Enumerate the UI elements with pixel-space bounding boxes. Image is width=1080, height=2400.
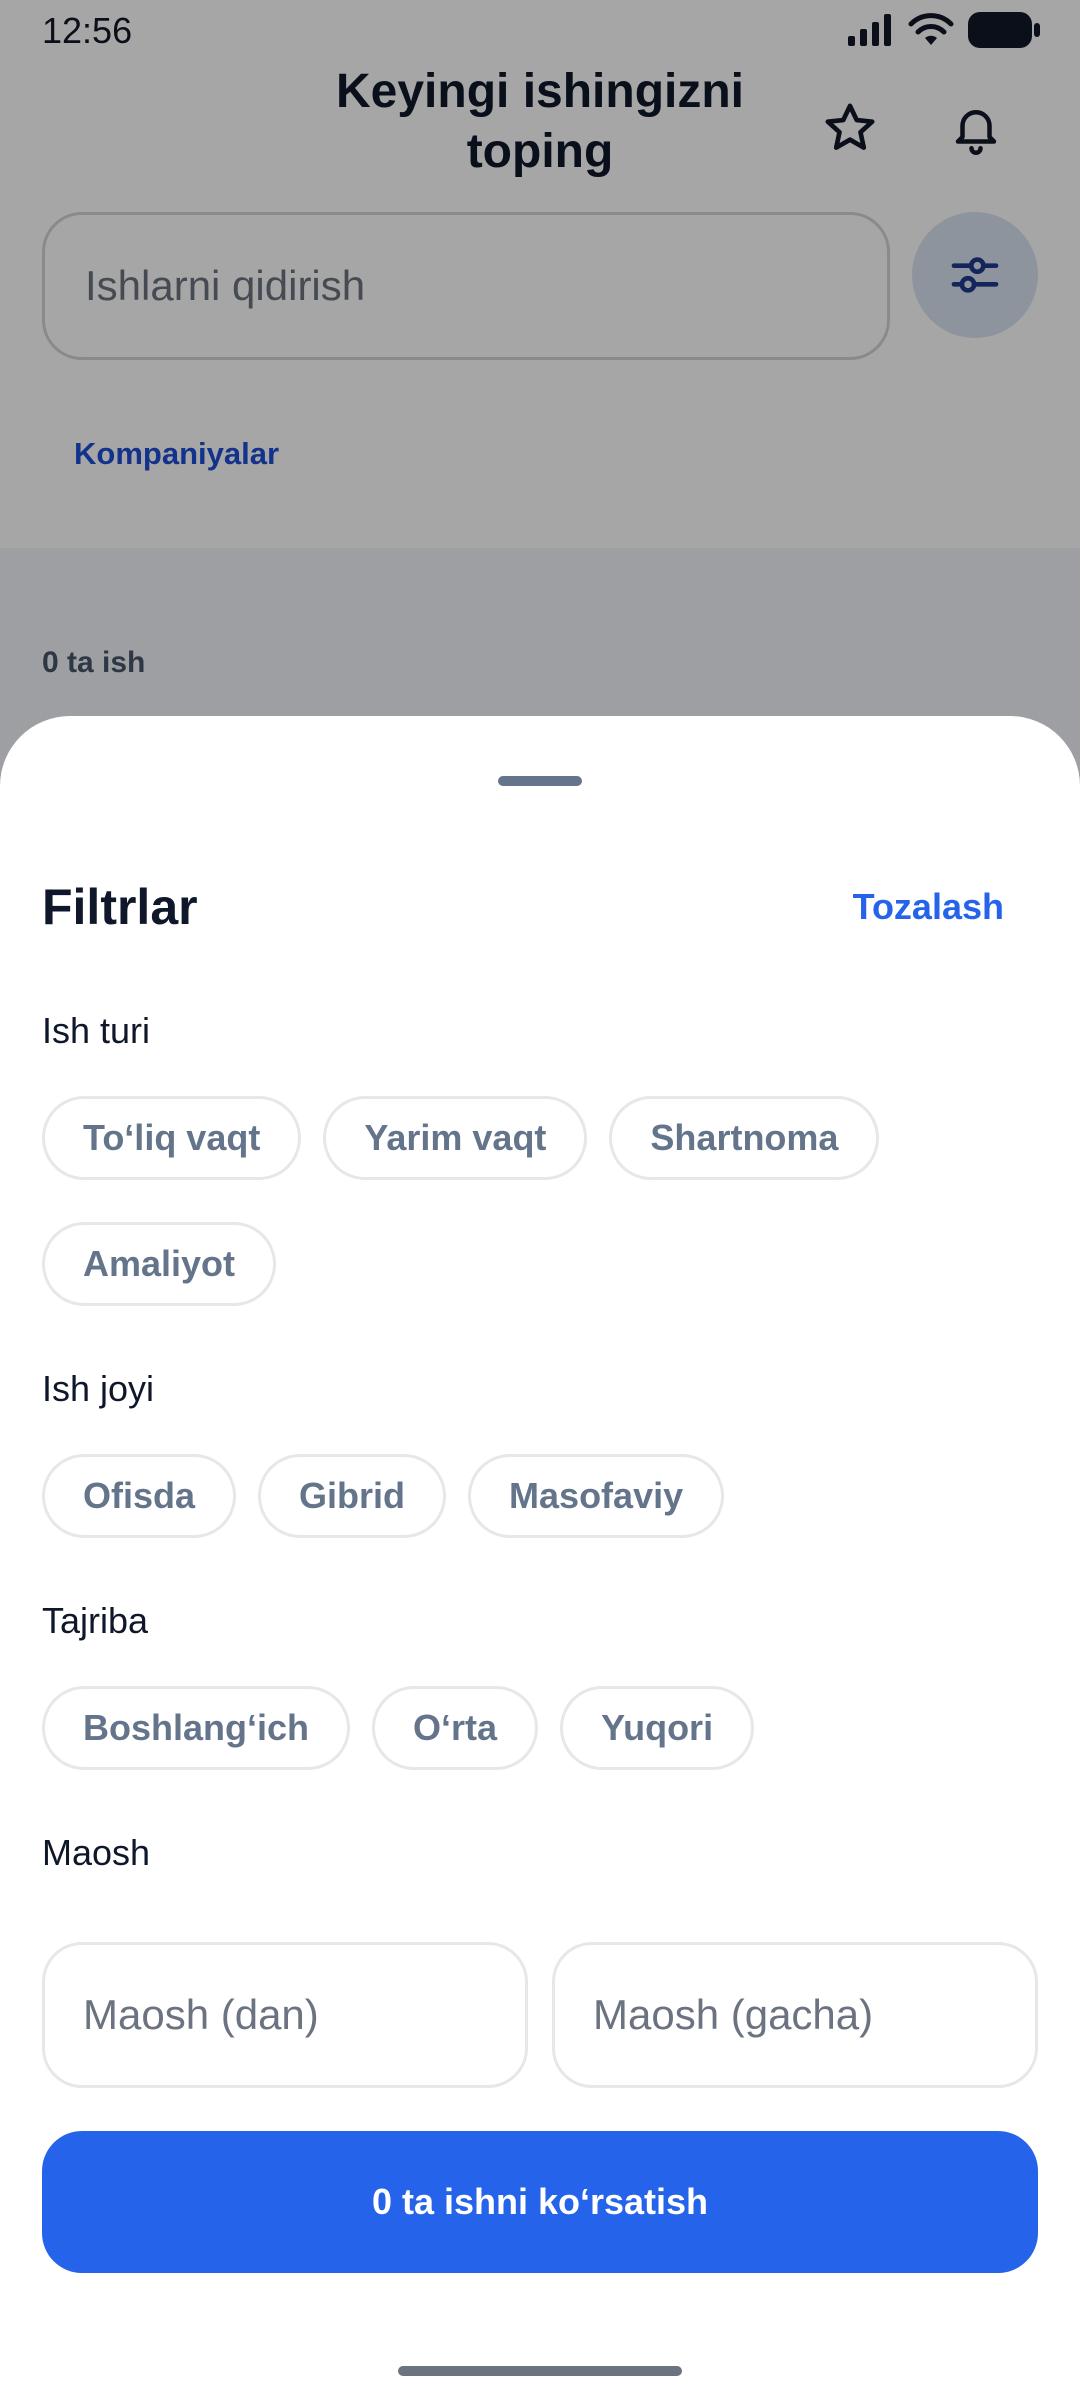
chip-remote[interactable]: Masofaviy (468, 1454, 725, 1538)
salary-from-input[interactable] (83, 1991, 525, 2039)
job-type-label: Ish turi (42, 1010, 151, 1051)
chip-contract[interactable]: Shartnoma (609, 1096, 880, 1180)
sheet-drag-handle[interactable] (498, 776, 582, 786)
home-indicator[interactable] (398, 2366, 682, 2376)
filters-title: Filtrlar (42, 879, 198, 935)
chip-senior-level[interactable]: Yuqori (560, 1686, 755, 1770)
chip-part-time[interactable]: Yarim vaqt (323, 1096, 588, 1180)
location-label: Ish joyi (42, 1368, 155, 1409)
filters-sheet: Filtrlar Tozalash Ish turi To‘liq vaqt Y… (0, 716, 1080, 2400)
salary-label: Maosh (42, 1832, 151, 1873)
chip-internship[interactable]: Amaliyot (42, 1222, 277, 1306)
chip-mid-level[interactable]: O‘rta (372, 1686, 539, 1770)
chip-hybrid[interactable]: Gibrid (258, 1454, 447, 1538)
location-chips: Ofisda Gibrid Masofaviy (42, 1454, 725, 1538)
clear-filters-button[interactable]: Tozalash (853, 886, 1004, 928)
salary-to-field[interactable] (552, 1942, 1038, 2088)
chip-onsite[interactable]: Ofisda (42, 1454, 237, 1538)
job-type-chips: To‘liq vaqt Yarim vaqt Shartnoma (42, 1096, 880, 1180)
chip-full-time[interactable]: To‘liq vaqt (42, 1096, 302, 1180)
screen: 12:56 Keyingi ishingizni toping Ishlarni… (0, 0, 1080, 2400)
show-jobs-button[interactable]: 0 ta ishni ko‘rsatish (42, 2131, 1038, 2273)
job-type-chips-row2: Amaliyot (42, 1222, 277, 1306)
chip-entry-level[interactable]: Boshlang‘ich (42, 1686, 351, 1770)
experience-chips: Boshlang‘ich O‘rta Yuqori (42, 1686, 755, 1770)
salary-inputs (42, 1942, 1038, 2088)
salary-from-field[interactable] (42, 1942, 528, 2088)
experience-label: Tajriba (42, 1600, 149, 1641)
salary-to-input[interactable] (593, 1991, 1035, 2039)
